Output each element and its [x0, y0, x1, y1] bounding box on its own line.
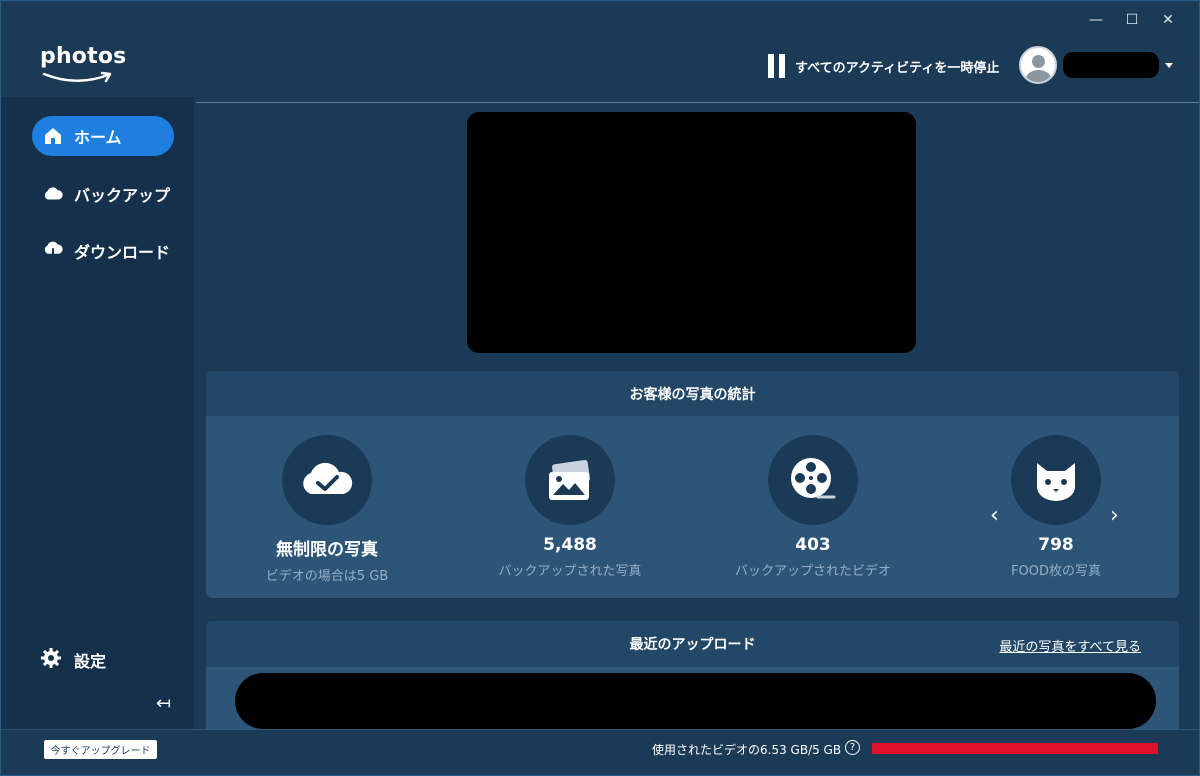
sidebar-item-home[interactable]: ホーム: [32, 116, 174, 156]
photo-stats-card: お客様の写真の統計 無制限の写真 ビデオの場合は5 GB 5,488 バックアッ…: [206, 371, 1179, 598]
pause-all-button[interactable]: すべてのアクティビティを一時停止: [768, 54, 999, 78]
cloud-icon: [42, 183, 64, 205]
avatar: [1019, 46, 1057, 84]
account-name-redacted: [1063, 52, 1159, 78]
settings-label: 設定: [74, 652, 107, 671]
stat-videos: 403 バックアップされたビデオ: [713, 435, 913, 579]
amazon-photos-logo: photos: [40, 44, 127, 83]
stats-next-arrow[interactable]: ›: [1110, 503, 1119, 528]
sidebar-item-label: ダウンロード: [74, 243, 171, 262]
stat-value: 798: [1038, 535, 1074, 555]
storage-usage-fill: [872, 743, 1158, 754]
collapse-sidebar-icon[interactable]: ↤: [156, 693, 171, 714]
window-controls: — ☐ ✕: [1078, 8, 1186, 32]
recent-uploads-redacted: [235, 673, 1156, 729]
stat-caption: ビデオの場合は5 GB: [265, 569, 389, 584]
storage-usage-text: 使用されたビデオの6.53 GB/5 GB: [652, 743, 842, 757]
maximize-button[interactable]: ☐: [1114, 8, 1150, 32]
film-reel-icon: [768, 435, 858, 525]
main-content: お客様の写真の統計 無制限の写真 ビデオの場合は5 GB 5,488 バックアッ…: [194, 97, 1200, 729]
smile-arrow-icon: [42, 71, 112, 83]
settings-button[interactable]: 設定: [40, 647, 106, 673]
stat-value: 無制限の写真: [276, 540, 378, 560]
sidebar: ホーム バックアップ ダウンロード 設定 ↤: [0, 97, 194, 729]
footer-bar: 今すぐアップグレード 使用されたビデオの6.53 GB/5 GB ?: [0, 729, 1200, 776]
stats-header: お客様の写真の統計: [206, 371, 1179, 416]
chevron-down-icon: [1165, 62, 1173, 68]
hero-banner-redacted: [467, 112, 916, 353]
cloud-download-icon: [42, 240, 64, 262]
photo-icon: [525, 435, 615, 525]
stat-food: 798 FOOD枚の写真: [956, 435, 1156, 579]
sidebar-item-backup[interactable]: バックアップ: [32, 174, 174, 214]
uploads-title: 最近のアップロード: [629, 637, 756, 653]
see-all-photos-link[interactable]: 最近の写真をすべて見る: [999, 636, 1141, 655]
upgrade-button[interactable]: 今すぐアップグレード: [44, 740, 157, 759]
stat-caption: FOOD枚の写真: [1011, 564, 1101, 579]
storage-usage-bar: [872, 743, 1158, 754]
help-icon[interactable]: ?: [845, 740, 860, 755]
pause-all-label: すべてのアクティビティを一時停止: [795, 60, 1000, 76]
pause-icon: [768, 54, 785, 78]
stats-prev-arrow[interactable]: ‹: [990, 503, 999, 528]
account-menu[interactable]: [1019, 46, 1173, 84]
stat-value: 5,488: [543, 535, 597, 555]
gear-icon: [40, 647, 62, 673]
uploads-header: 最近のアップロード 最近の写真をすべて見る: [206, 621, 1179, 667]
stats-title: お客様の写真の統計: [629, 386, 756, 403]
cat-icon: [1011, 435, 1101, 525]
sidebar-item-download[interactable]: ダウンロード: [32, 231, 174, 271]
logo-text: photos: [40, 44, 127, 69]
close-button[interactable]: ✕: [1150, 8, 1186, 32]
app-header: photos — ☐ ✕ すべてのアクティビティを一時停止: [0, 0, 1200, 97]
minimize-button[interactable]: —: [1078, 8, 1114, 32]
stat-photos: 5,488 バックアップされた写真: [470, 435, 670, 579]
home-icon: [42, 125, 64, 147]
stat-value: 403: [795, 535, 831, 555]
stat-caption: バックアップされた写真: [498, 564, 642, 579]
stat-caption: バックアップされたビデオ: [734, 564, 891, 579]
recent-uploads-card: 最近のアップロード 最近の写真をすべて見る: [206, 621, 1179, 729]
stat-unlimited: 無制限の写真 ビデオの場合は5 GB: [227, 435, 427, 584]
sidebar-item-label: バックアップ: [74, 186, 171, 205]
cloud-check-icon: [282, 435, 372, 525]
divider: [196, 102, 1200, 103]
sidebar-item-label: ホーム: [74, 128, 122, 147]
